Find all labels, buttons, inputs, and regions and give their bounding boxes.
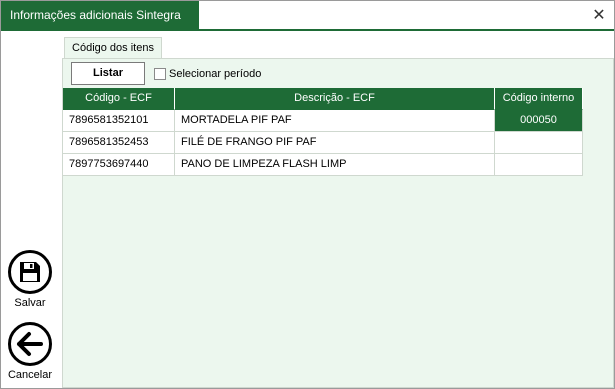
cell-description-ecf[interactable]: MORTADELA PIF PAF — [175, 110, 495, 132]
grid-header: Código - ECF Descrição - ECF Código inte… — [63, 88, 583, 110]
arrow-left-icon — [8, 322, 52, 366]
column-header-description-ecf[interactable]: Descrição - ECF — [175, 88, 495, 110]
cell-code-ecf[interactable]: 7897753697440 — [63, 154, 175, 176]
cell-description-ecf[interactable]: FILÉ DE FRANGO PIF PAF — [175, 132, 495, 154]
save-button[interactable]: Salvar — [3, 250, 57, 309]
window-title: Informações adicionais Sintegra — [1, 1, 199, 29]
cell-code-ecf[interactable]: 7896581352453 — [63, 132, 175, 154]
cell-internal-code[interactable]: 000050 — [495, 110, 583, 132]
select-period-label: Selecionar período — [169, 68, 262, 80]
window: Informações adicionais Sintegra ✕ Salvar… — [0, 0, 615, 389]
column-header-code-ecf[interactable]: Código - ECF — [63, 88, 175, 110]
close-button[interactable]: ✕ — [589, 7, 609, 25]
cell-internal-code[interactable] — [495, 132, 583, 154]
items-grid: Código - ECF Descrição - ECF Código inte… — [63, 88, 583, 176]
list-button[interactable]: Listar — [71, 62, 145, 85]
table-row[interactable]: 7896581352453 FILÉ DE FRANGO PIF PAF — [63, 132, 583, 154]
table-row[interactable]: 7897753697440 PANO DE LIMPEZA FLASH LIMP — [63, 154, 583, 176]
table-row[interactable]: 7896581352101 MORTADELA PIF PAF 000050 — [63, 110, 583, 132]
select-period-checkbox[interactable]: Selecionar período — [154, 67, 261, 81]
checkbox-box[interactable] — [154, 68, 166, 80]
title-underline — [1, 29, 614, 31]
sidebar: Salvar Cancelar — [1, 32, 59, 388]
cancel-label: Cancelar — [7, 369, 53, 381]
cancel-button[interactable]: Cancelar — [3, 322, 57, 381]
save-label: Salvar — [14, 297, 46, 309]
cell-code-ecf[interactable]: 7896581352101 — [63, 110, 175, 132]
column-header-internal-code[interactable]: Código interno — [495, 88, 583, 110]
cell-description-ecf[interactable]: PANO DE LIMPEZA FLASH LIMP — [175, 154, 495, 176]
tab-codigo-itens[interactable]: Código dos itens — [64, 37, 162, 58]
floppy-disk-icon — [8, 250, 52, 294]
cell-internal-code[interactable] — [495, 154, 583, 176]
